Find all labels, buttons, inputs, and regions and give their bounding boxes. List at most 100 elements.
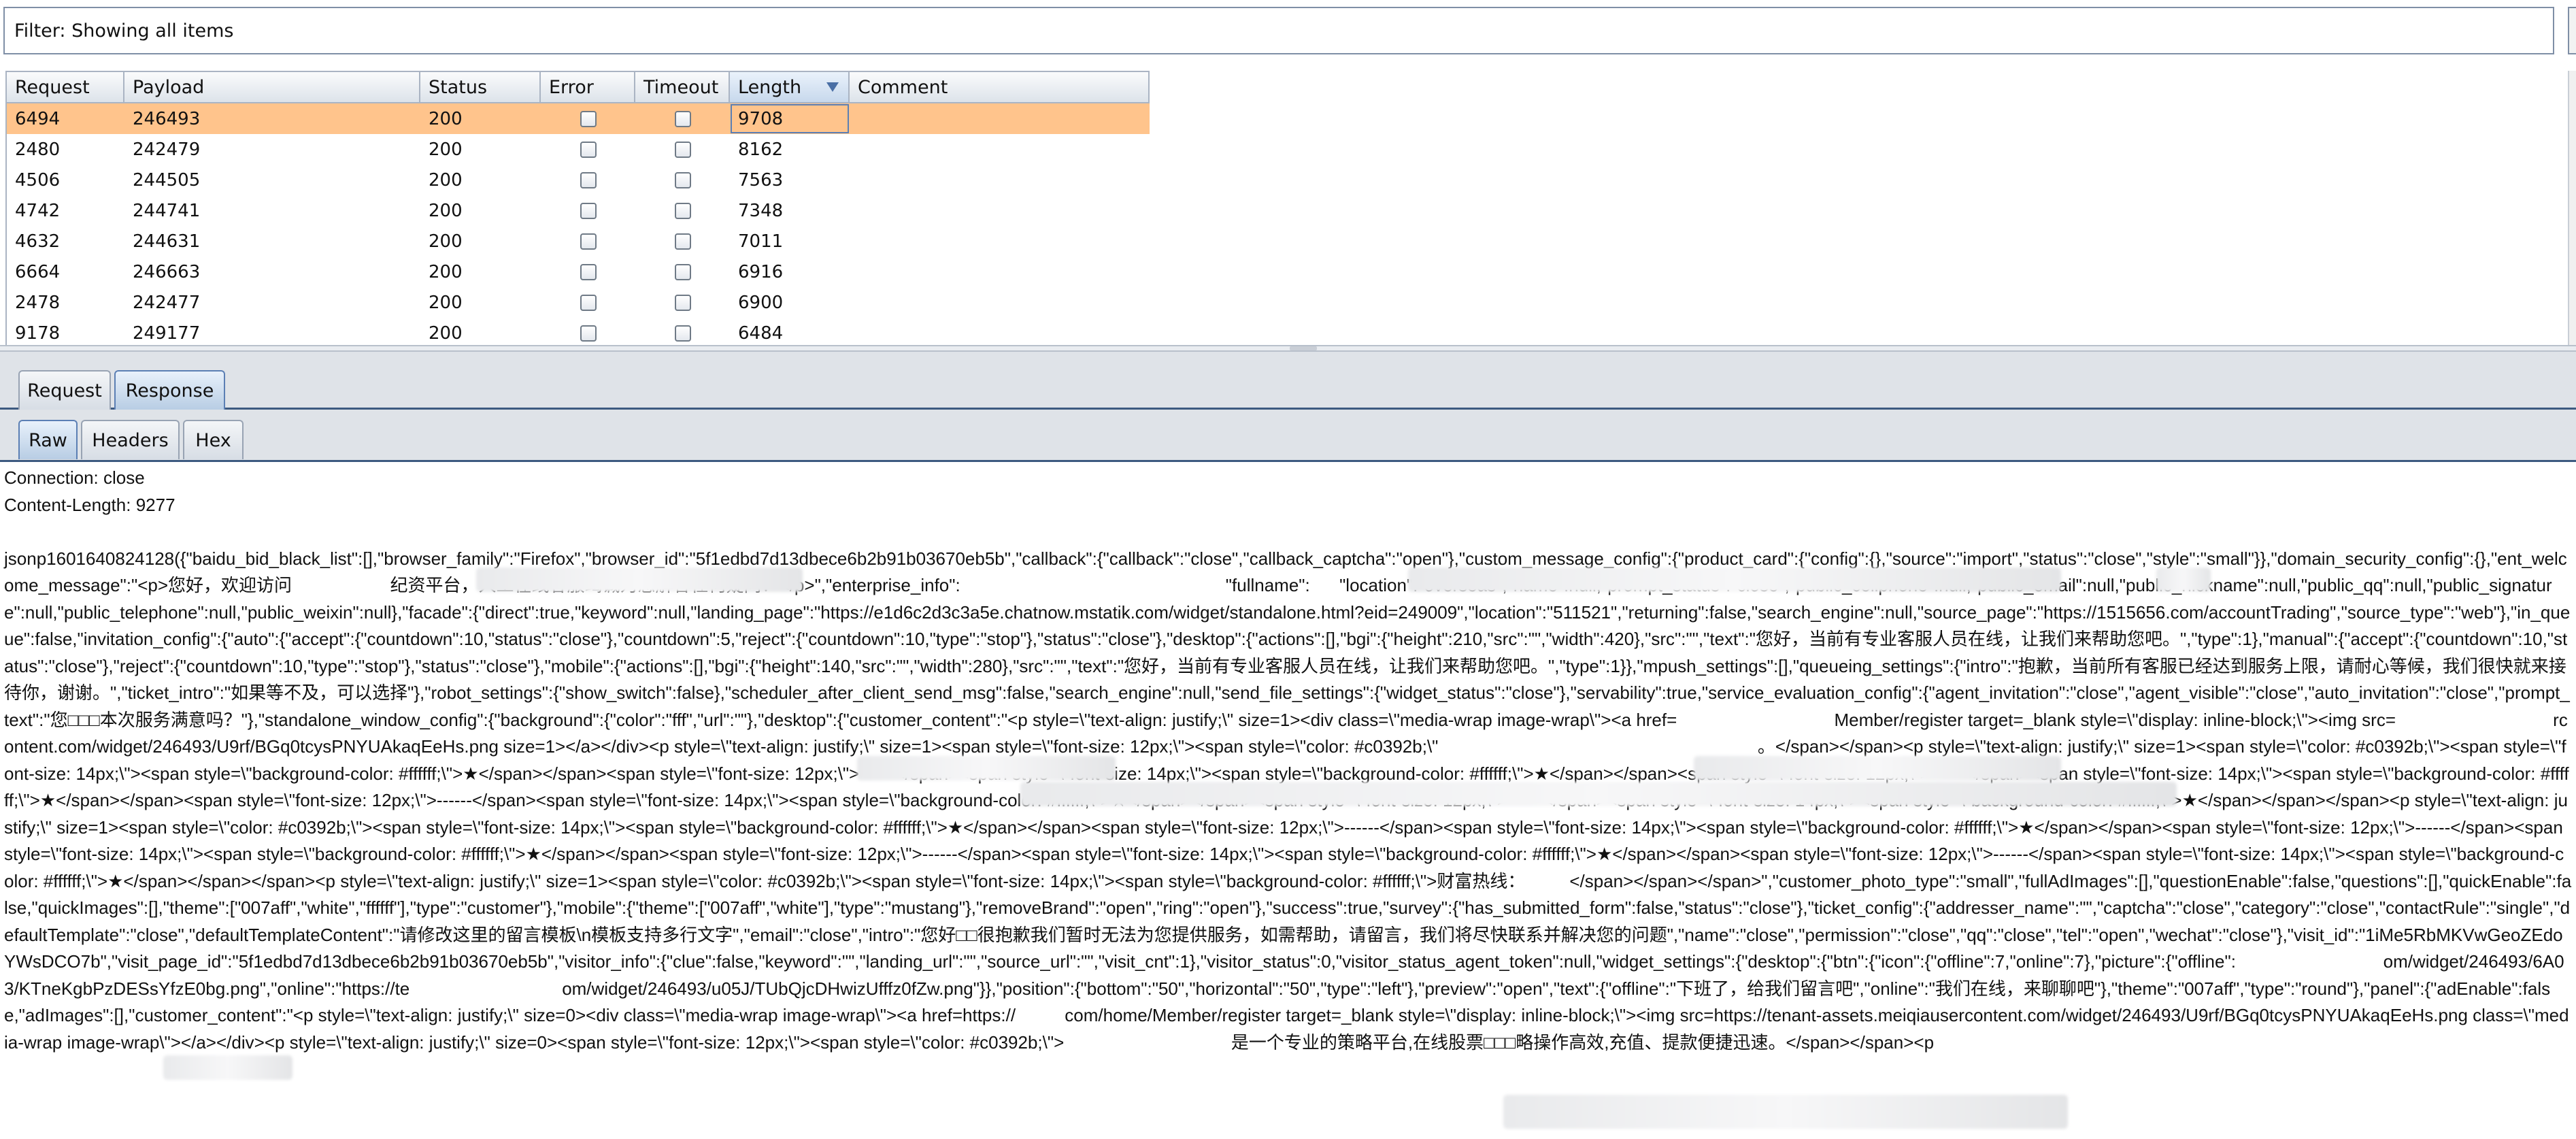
cell-status: 200 [429, 169, 463, 191]
cell-payload: 244631 [133, 231, 201, 252]
cell-timeout [635, 318, 730, 345]
cell-request: 6664 [15, 261, 61, 282]
cell-payload: 246663 [133, 261, 201, 282]
cell-error [541, 257, 635, 287]
split-grip-icon[interactable] [1290, 346, 1317, 350]
timeout-checkbox[interactable] [674, 202, 691, 219]
right-scrollbar[interactable] [2568, 71, 2576, 345]
header-line: Content-Length: 9277 [4, 494, 175, 515]
cell-length: 6900 [738, 292, 784, 313]
cell-error [541, 287, 635, 318]
cell-payload: 242477 [133, 292, 201, 313]
table-row[interactable]: 6494 246493 200 9708 [7, 103, 1150, 134]
column-header-length[interactable]: Length [730, 71, 850, 103]
cell-request: 6494 [15, 108, 61, 129]
cell-status: 200 [429, 200, 463, 221]
cell-error [541, 226, 635, 257]
cell-timeout [635, 257, 730, 287]
timeout-checkbox[interactable] [674, 141, 691, 158]
error-checkbox[interactable] [580, 325, 597, 342]
cell-status: 200 [429, 292, 463, 313]
timeout-checkbox[interactable] [674, 171, 691, 188]
split-pane-divider[interactable] [0, 345, 2576, 352]
cell-status: 200 [429, 108, 463, 129]
cell-error [541, 318, 635, 345]
error-checkbox[interactable] [580, 171, 597, 188]
cell-timeout [635, 226, 730, 257]
redacted-region [163, 1055, 292, 1080]
table-body: 6494 246493 200 9708 2480 242479 200 8162 4506 24… [7, 103, 1150, 345]
cell-comment [850, 165, 1150, 195]
table-row[interactable]: 2480 242479 200 8162 [7, 134, 1150, 165]
cell-length: 6484 [738, 323, 784, 344]
timeout-checkbox[interactable] [674, 110, 691, 127]
cell-length: 7563 [738, 169, 784, 191]
column-header-status[interactable]: Status [420, 71, 541, 103]
cell-request: 4632 [15, 231, 61, 252]
table-header: Request Payload Status Error Timeout Len… [7, 71, 1150, 103]
error-checkbox[interactable] [580, 141, 597, 158]
table-row[interactable]: 6664 246663 200 6916 [7, 257, 1150, 287]
column-header-error[interactable]: Error [541, 71, 635, 103]
cell-request: 4506 [15, 169, 61, 191]
cell-status: 200 [429, 231, 463, 252]
cell-payload: 244505 [133, 169, 201, 191]
cell-error [541, 195, 635, 226]
redacted-region [1694, 756, 2061, 780]
results-table: Request Payload Status Error Timeout Len… [5, 71, 1151, 345]
timeout-checkbox[interactable] [674, 233, 691, 250]
response-view-tabs: Raw Headers Hex [0, 410, 2576, 462]
tab-hex[interactable]: Hex [183, 420, 244, 459]
column-header-timeout[interactable]: Timeout [635, 71, 730, 103]
table-row[interactable]: 9178 249177 200 6484 [7, 318, 1150, 345]
request-response-tabs: Request Response [0, 352, 2576, 410]
table-row[interactable]: 4632 244631 200 7011 [7, 226, 1150, 257]
cell-payload: 242479 [133, 139, 201, 160]
table-empty-area [1150, 71, 2576, 345]
response-headers: Connection: close Content-Length: 9277 j… [0, 462, 2576, 1056]
table-row[interactable]: 2478 242477 200 6900 [7, 287, 1150, 318]
timeout-checkbox[interactable] [674, 263, 691, 280]
table-row[interactable]: 4742 244741 200 7348 [7, 195, 1150, 226]
cell-error [541, 103, 635, 134]
filter-input[interactable]: Filter: Showing all items [3, 7, 2554, 54]
cell-timeout [635, 195, 730, 226]
redacted-region [476, 567, 803, 592]
error-checkbox[interactable] [580, 263, 597, 280]
cell-length: 7348 [738, 200, 784, 221]
column-header-comment[interactable]: Comment [850, 71, 1150, 103]
error-checkbox[interactable] [580, 110, 597, 127]
cell-request: 4742 [15, 200, 61, 221]
column-header-request[interactable]: Request [7, 71, 124, 103]
error-checkbox[interactable] [580, 202, 597, 219]
cell-length: 9708 [730, 103, 850, 134]
cell-status: 200 [429, 323, 463, 344]
tab-request[interactable]: Request [18, 370, 111, 410]
redacted-region [1020, 782, 2177, 806]
cell-comment [850, 103, 1150, 134]
table-row[interactable]: 4506 244505 200 7563 [7, 165, 1150, 195]
sort-descending-icon [826, 82, 839, 92]
cell-request: 2478 [15, 292, 61, 313]
cell-payload: 246493 [133, 108, 201, 129]
response-raw-view[interactable]: Connection: close Content-Length: 9277 j… [0, 462, 2576, 1139]
cell-comment [850, 134, 1150, 165]
filter-side-button[interactable] [2568, 7, 2576, 54]
cell-comment [850, 226, 1150, 257]
timeout-checkbox[interactable] [674, 325, 691, 342]
cell-error [541, 165, 635, 195]
cell-timeout [635, 287, 730, 318]
cell-comment [850, 287, 1150, 318]
tab-headers[interactable]: Headers [81, 420, 180, 459]
column-header-payload[interactable]: Payload [124, 71, 420, 103]
error-checkbox[interactable] [580, 294, 597, 311]
tab-raw[interactable]: Raw [18, 420, 78, 459]
timeout-checkbox[interactable] [674, 294, 691, 311]
cell-comment [850, 195, 1150, 226]
tab-response[interactable]: Response [114, 370, 225, 410]
error-checkbox[interactable] [580, 233, 597, 250]
cell-comment [850, 257, 1150, 287]
cell-error [541, 134, 635, 165]
cell-length: 7011 [738, 231, 784, 252]
header-line: Connection: close [4, 467, 145, 488]
